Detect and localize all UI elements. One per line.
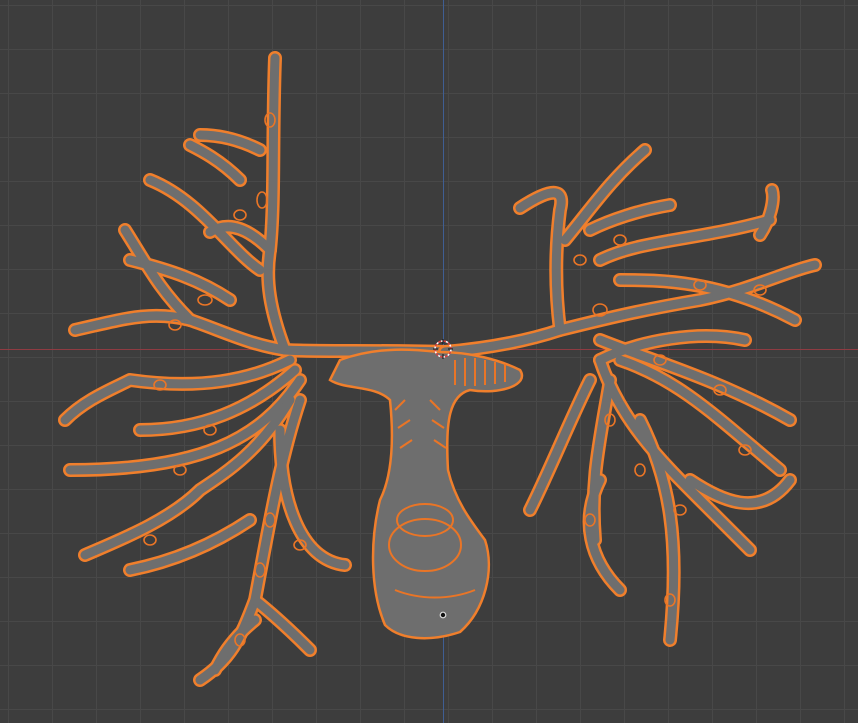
3d-viewport[interactable] — [0, 0, 858, 723]
trachea — [328, 348, 524, 640]
3d-cursor-icon[interactable] — [432, 338, 454, 360]
right-branches — [438, 143, 822, 647]
object-origin-icon — [439, 611, 447, 619]
selected-object[interactable] — [0, 0, 858, 723]
